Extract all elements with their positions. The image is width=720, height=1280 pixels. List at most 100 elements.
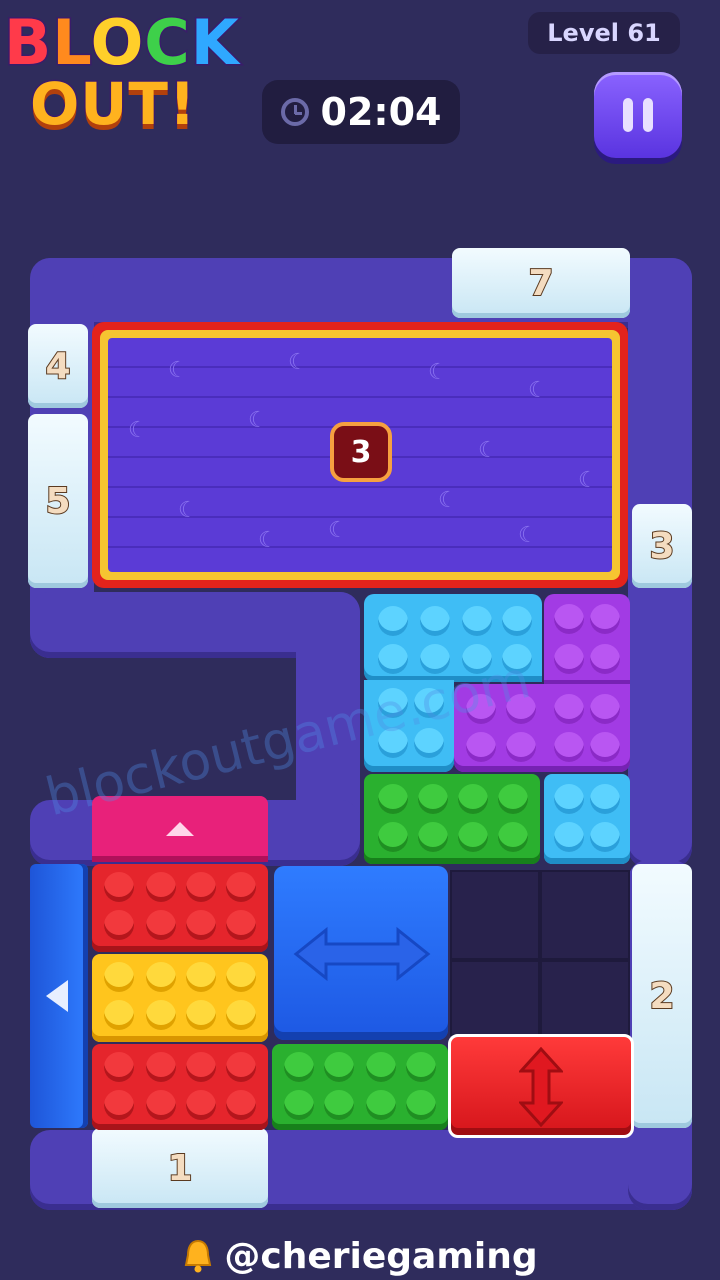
stud bbox=[554, 694, 584, 724]
big-block-panel: ☾ ☾ ☾ ☾ ☾ ☾ ☾ ☾ ☾ ☾ ☾ ☾ ☾ 3 bbox=[108, 338, 612, 572]
stud bbox=[186, 1052, 216, 1082]
yellow-brick[interactable] bbox=[92, 954, 268, 1042]
big-block-border: ☾ ☾ ☾ ☾ ☾ ☾ ☾ ☾ ☾ ☾ ☾ ☾ ☾ 3 bbox=[100, 330, 620, 580]
logo-letter: O bbox=[89, 5, 145, 81]
bell-icon bbox=[185, 1239, 212, 1273]
stud bbox=[146, 910, 176, 940]
red-brick-lower[interactable] bbox=[92, 1044, 268, 1130]
stud bbox=[590, 604, 620, 634]
red-brick-upper[interactable] bbox=[92, 864, 268, 952]
red-vertical-slider-block[interactable] bbox=[448, 1034, 634, 1138]
stud bbox=[498, 784, 528, 814]
stud bbox=[186, 872, 216, 902]
pause-icon bbox=[643, 98, 653, 132]
stud bbox=[554, 644, 584, 674]
big-starry-block[interactable]: ☾ ☾ ☾ ☾ ☾ ☾ ☾ ☾ ☾ ☾ ☾ ☾ ☾ 3 bbox=[92, 322, 628, 588]
gate-number: 5 bbox=[44, 480, 71, 523]
stud bbox=[554, 604, 584, 634]
logo-letter: B bbox=[2, 5, 53, 81]
stud bbox=[104, 1052, 134, 1082]
moon-icon: ☾ bbox=[258, 528, 278, 553]
stud bbox=[226, 962, 256, 992]
arrow-up-icon bbox=[166, 822, 194, 836]
blue-side-block[interactable] bbox=[30, 864, 88, 1128]
stud bbox=[590, 732, 620, 762]
stud bbox=[146, 962, 176, 992]
logo-letter: K bbox=[189, 5, 240, 81]
purple-brick[interactable] bbox=[544, 594, 630, 686]
stud bbox=[186, 910, 216, 940]
stud bbox=[324, 1052, 354, 1082]
arrow-up-down-icon bbox=[519, 1047, 563, 1127]
floor-cell bbox=[540, 870, 630, 960]
exit-gate-right-upper: 3 bbox=[632, 504, 692, 588]
stud bbox=[146, 1090, 176, 1120]
blue-horizontal-slider-block[interactable] bbox=[274, 866, 448, 1040]
moon-icon: ☾ bbox=[288, 350, 308, 375]
clock-icon bbox=[280, 98, 309, 126]
block-count-badge: 3 bbox=[330, 422, 392, 482]
floor-cell bbox=[450, 960, 540, 1036]
footer-handle: @cheriegaming bbox=[224, 1235, 538, 1277]
stud bbox=[590, 784, 620, 814]
stud bbox=[146, 872, 176, 902]
moon-icon: ☾ bbox=[178, 498, 198, 523]
stud bbox=[146, 1000, 176, 1030]
stud bbox=[366, 1052, 396, 1082]
exit-gate-left-lower: 5 bbox=[28, 414, 88, 588]
stud bbox=[284, 1052, 314, 1082]
stud bbox=[590, 644, 620, 674]
pause-button[interactable] bbox=[594, 72, 682, 158]
exit-gate-right-lower: 2 bbox=[632, 864, 692, 1128]
arrow-left-icon bbox=[46, 980, 68, 1012]
moon-icon: ☾ bbox=[518, 523, 538, 548]
stud bbox=[506, 732, 536, 762]
game-logo: BLOCK OUT! bbox=[0, 0, 270, 150]
footer-credit: @cheriegaming bbox=[0, 1232, 720, 1280]
stud bbox=[146, 1052, 176, 1082]
stud bbox=[378, 644, 408, 674]
stud bbox=[462, 606, 492, 636]
stud bbox=[590, 822, 620, 852]
moon-icon: ☾ bbox=[328, 518, 348, 543]
stud bbox=[226, 910, 256, 940]
gate-number: 7 bbox=[527, 262, 554, 305]
stud bbox=[284, 1090, 314, 1120]
timer: 02:04 bbox=[262, 80, 460, 144]
stud bbox=[420, 606, 450, 636]
stud bbox=[186, 1000, 216, 1030]
stud bbox=[554, 822, 584, 852]
moon-icon: ☾ bbox=[438, 488, 458, 513]
gate-number: 3 bbox=[648, 525, 675, 568]
stud bbox=[458, 822, 488, 852]
stud bbox=[406, 1052, 436, 1082]
green-brick-lower[interactable] bbox=[272, 1044, 448, 1130]
stud bbox=[104, 872, 134, 902]
moon-icon: ☾ bbox=[528, 378, 548, 403]
gate-number: 4 bbox=[44, 345, 71, 388]
stud bbox=[554, 732, 584, 762]
stud bbox=[324, 1090, 354, 1120]
moon-icon: ☾ bbox=[248, 408, 268, 433]
stud bbox=[104, 910, 134, 940]
stud bbox=[418, 784, 448, 814]
stud bbox=[226, 1052, 256, 1082]
stud bbox=[502, 606, 532, 636]
logo-letter: C bbox=[143, 5, 191, 81]
stud bbox=[104, 962, 134, 992]
exit-gate-left-upper: 4 bbox=[28, 324, 88, 408]
stud bbox=[498, 822, 528, 852]
stud bbox=[226, 872, 256, 902]
stud bbox=[186, 1090, 216, 1120]
exit-gate-top: 7 bbox=[452, 248, 630, 318]
cyan-brick-small[interactable] bbox=[544, 774, 630, 864]
floor-cell bbox=[450, 870, 540, 960]
stud bbox=[458, 784, 488, 814]
timer-value: 02:04 bbox=[320, 90, 442, 134]
stud bbox=[366, 1090, 396, 1120]
logo-letter: L bbox=[51, 5, 91, 81]
stud bbox=[378, 784, 408, 814]
green-brick-upper[interactable] bbox=[364, 774, 540, 864]
moon-icon: ☾ bbox=[578, 468, 598, 493]
stud bbox=[418, 822, 448, 852]
